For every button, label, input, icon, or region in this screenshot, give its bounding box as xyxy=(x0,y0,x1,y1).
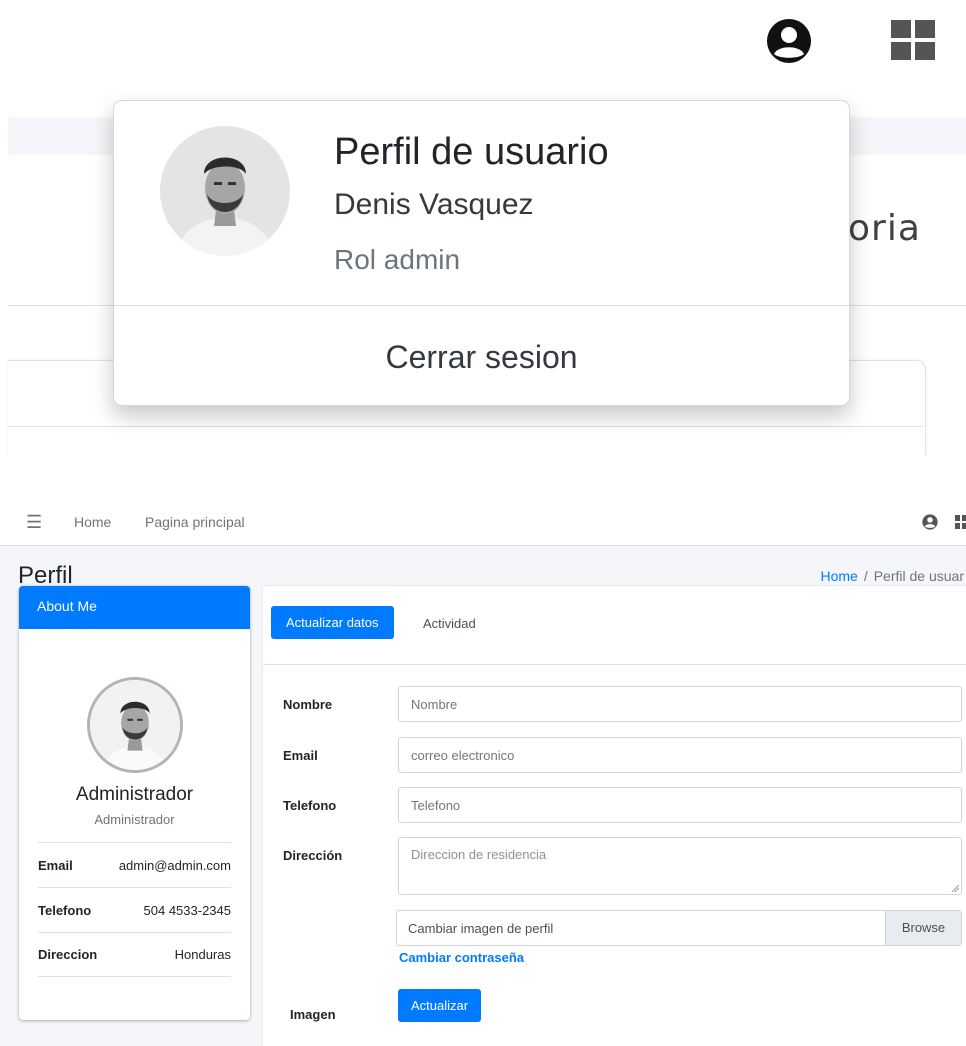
email-label: Email xyxy=(283,748,318,763)
detail-key: Email xyxy=(38,857,73,873)
nav-link-home[interactable]: Home xyxy=(74,514,111,530)
imagen-file-input[interactable]: Cambiar imagen de perfil Browse xyxy=(396,910,962,946)
profile-role: Administrador xyxy=(94,812,175,827)
about-me-header: About Me xyxy=(19,586,250,629)
user-circle-icon[interactable] xyxy=(766,18,812,64)
breadcrumb-home-link[interactable]: Home xyxy=(820,568,857,584)
profile-avatar xyxy=(87,677,183,773)
detail-row-direccion: Direccion Honduras xyxy=(38,932,231,977)
background-text-fragment: oria xyxy=(848,208,921,249)
detail-value: admin@admin.com xyxy=(118,857,231,873)
about-me-card: About Me Administrador Administrador Ema… xyxy=(19,586,250,1020)
detail-key: Telefono xyxy=(38,902,92,918)
top-navbar: ☰ Home Pagina principal xyxy=(0,500,966,546)
user-profile-dropdown: Perfil de usuario Denis Vasquez Rol admi… xyxy=(113,100,850,406)
breadcrumb: Home / Perfil de usuar xyxy=(820,568,964,584)
tab-bar: Actualizar datos Actividad xyxy=(263,586,966,665)
update-profile-card: Actualizar datos Actividad Nombre Email … xyxy=(263,586,966,1046)
change-password-link[interactable]: Cambiar contraseña xyxy=(399,950,524,965)
detail-key: Direccion xyxy=(38,947,98,962)
user-circle-icon[interactable] xyxy=(922,514,938,530)
dropdown-user-name: Denis Vasquez xyxy=(334,188,534,221)
breadcrumb-separator: / xyxy=(863,568,868,584)
profile-details-list: Email admin@admin.com Telefono 504 4533-… xyxy=(38,842,231,977)
imagen-label: Imagen xyxy=(290,1007,336,1022)
dropdown-title: Perfil de usuario xyxy=(334,131,609,173)
hamburger-menu-icon[interactable]: ☰ xyxy=(26,513,42,531)
detail-row-telefono: Telefono 504 4533-2345 xyxy=(38,887,231,932)
dropdown-user-role: Rol admin xyxy=(334,244,461,275)
email-input[interactable] xyxy=(398,737,962,773)
profile-page: ☰ Home Pagina principal Perfil Home / Perf… xyxy=(0,500,966,1046)
user-photo-icon xyxy=(160,126,290,256)
apps-grid-icon[interactable] xyxy=(955,515,966,529)
tab-actualizar-datos[interactable]: Actualizar datos xyxy=(271,606,394,639)
detail-value: 504 4533-2345 xyxy=(143,902,231,918)
tab-actividad[interactable]: Actividad xyxy=(423,616,476,631)
nombre-label: Nombre xyxy=(283,697,333,712)
zoomed-profile-dropdown-view: oria Perfil de usuario Denis Vasquez Rol xyxy=(0,0,966,455)
profile-name: Administrador xyxy=(75,784,194,805)
resize-handle-icon[interactable] xyxy=(951,884,959,892)
user-photo-icon xyxy=(90,680,180,770)
telefono-input[interactable] xyxy=(398,787,962,823)
dropdown-divider xyxy=(114,305,849,306)
file-input-text: Cambiar imagen de perfil xyxy=(408,921,554,936)
apps-grid-icon[interactable] xyxy=(891,20,935,60)
nav-link-main-page[interactable]: Pagina principal xyxy=(145,514,245,530)
detail-value: Honduras xyxy=(174,947,231,962)
browse-button[interactable]: Browse xyxy=(885,911,961,945)
update-button[interactable]: Actualizar xyxy=(398,989,482,1022)
direccion-label: Dirección xyxy=(283,848,343,863)
breadcrumb-current: Perfil de usuar xyxy=(873,568,964,584)
direccion-textarea[interactable]: Direccion de residencia xyxy=(398,837,962,895)
nombre-input[interactable] xyxy=(398,686,962,722)
direccion-placeholder: Direccion de residencia xyxy=(411,847,547,862)
logout-button[interactable]: Cerrar sesion xyxy=(114,339,849,376)
detail-row-email: Email admin@admin.com xyxy=(38,842,231,887)
background-card-divider xyxy=(8,426,923,427)
user-avatar-large xyxy=(160,126,290,256)
telefono-label: Telefono xyxy=(283,798,337,813)
